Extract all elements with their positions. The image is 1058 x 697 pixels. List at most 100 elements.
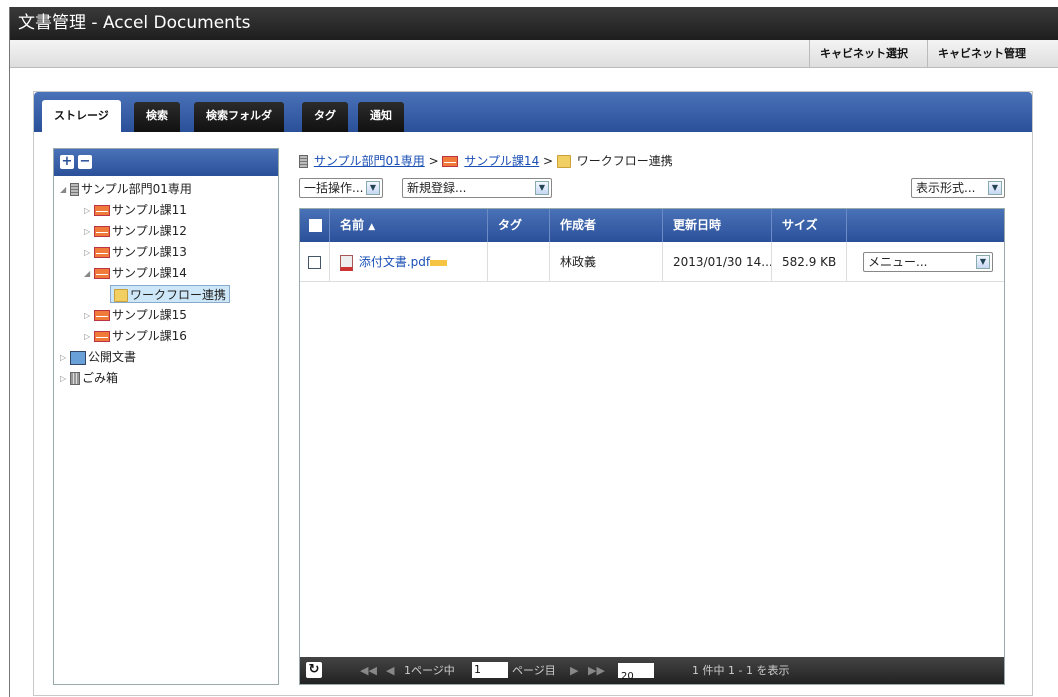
tree-node-section14[interactable]: ◢ サンプル課14 (84, 264, 187, 282)
tab-tag[interactable]: タグ (302, 102, 348, 132)
expand-arrow-icon[interactable]: ▷ (84, 223, 94, 241)
documents-icon (70, 350, 86, 365)
select-all-column (300, 209, 330, 242)
expand-arrow-icon[interactable]: ▷ (60, 349, 70, 367)
column-menu (847, 209, 1004, 242)
column-name[interactable]: 名前 ▲ (330, 209, 488, 242)
folder-icon (114, 289, 128, 302)
last-page-icon[interactable]: ▶▶ (588, 657, 605, 684)
envelope-icon (94, 331, 110, 342)
chevron-down-icon: ▼ (535, 181, 549, 195)
size-cell: 582.9 KB (772, 242, 847, 282)
menu-cell: メニュー... ▼ (847, 242, 1004, 282)
author-cell: 林政義 (550, 242, 663, 282)
tree-node-label: 公開文書 (88, 350, 137, 364)
cabinet-manage-button[interactable]: キャビネット管理 (927, 40, 1036, 68)
tree-node-label: ごみ箱 (82, 371, 119, 385)
window-title: 文書管理 - Accel Documents (10, 7, 1058, 40)
tree-node-trash[interactable]: ▷ ごみ箱 (60, 369, 118, 387)
cabinet-select-button[interactable]: キャビネット選択 (809, 40, 918, 68)
tree-node-label: ワークフロー連携 (130, 288, 227, 302)
table-row[interactable]: 添付文書.pdf 林政義 2013/01/30 14... 582.9 KB メ… (300, 242, 1004, 282)
tab-search[interactable]: 検索 (134, 102, 180, 132)
expand-arrow-icon[interactable]: ▷ (84, 202, 94, 220)
document-grid: 名前 ▲ タグ 作成者 更新日時 サイズ 添付文書.pdf 林政義 2013/0… (299, 208, 1005, 685)
prev-page-icon[interactable]: ◀ (386, 657, 394, 684)
collapse-arrow-icon[interactable]: ◢ (84, 265, 94, 283)
row-checkbox[interactable] (308, 256, 321, 269)
envelope-icon (94, 310, 110, 321)
sort-icon: ▲ (368, 222, 376, 232)
tree-node-section15[interactable]: ▷ サンプル課15 (84, 306, 187, 324)
chevron-down-icon: ▼ (366, 181, 380, 195)
tree-node-workflow[interactable]: ワークフロー連携 (110, 285, 231, 303)
column-size[interactable]: サイズ (772, 209, 847, 242)
row-checkbox-cell (300, 242, 330, 282)
envelope-icon (94, 268, 110, 279)
tree-node-section16[interactable]: ▷ サンプル課16 (84, 327, 187, 345)
tree-node-label: サンプル課11 (112, 203, 187, 217)
select-all-checkbox[interactable] (309, 219, 322, 232)
page-size-value: 20 (621, 671, 634, 682)
column-name-label: 名前 (340, 218, 365, 232)
page-suffix: ページ目 (512, 664, 556, 677)
expand-arrow-icon[interactable]: ▷ (84, 307, 94, 325)
collapse-arrow-icon[interactable]: ◢ (60, 181, 70, 199)
view-format-value: 表示形式... (916, 181, 976, 195)
trash-icon (70, 372, 80, 385)
main-content: ストレージ 検索 検索フォルダ タグ 通知 + − ◢ サンプル部門01専用 ▷ サ… (33, 91, 1033, 696)
tree-node-section12[interactable]: ▷ サンプル課12 (84, 222, 187, 240)
server-icon (299, 155, 308, 168)
tag-cell (488, 242, 550, 282)
breadcrumb: サンプル部門01専用 > サンプル課14 > ワークフロー連携 (299, 152, 673, 169)
next-page-icon[interactable]: ▶ (570, 657, 578, 684)
tree-node-label: サンプル課15 (112, 308, 187, 322)
tree-node-section13[interactable]: ▷ サンプル課13 (84, 243, 187, 261)
tree-node-dept01[interactable]: ◢ サンプル部門01専用 (60, 180, 192, 198)
breadcrumb-link-section14[interactable]: サンプル課14 (464, 154, 539, 168)
column-author[interactable]: 作成者 (550, 209, 663, 242)
bulk-action-value: 一括操作... (304, 181, 364, 195)
updated-cell: 2013/01/30 14... (663, 242, 772, 282)
chevron-down-icon: ▼ (988, 181, 1002, 195)
column-updated[interactable]: 更新日時 (663, 209, 772, 242)
refresh-icon[interactable]: ↻ (306, 662, 322, 678)
document-link[interactable]: 添付文書.pdf (359, 255, 430, 269)
tree-node-label: サンプル部門01専用 (81, 182, 192, 196)
tree-header: + − (54, 149, 278, 176)
envelope-icon (94, 226, 110, 237)
page-input[interactable]: 1 (472, 662, 508, 678)
app-window: 文書管理 - Accel Documents キャビネット選択 キャビネット管理… (9, 7, 1058, 697)
pager-status: 1 件中 1 - 1 を表示 (692, 664, 790, 677)
tab-search-folder[interactable]: 検索フォルダ (194, 102, 284, 132)
breadcrumb-separator: > (428, 154, 439, 168)
name-cell: 添付文書.pdf (330, 242, 488, 282)
cabinet-bar: キャビネット選択 キャビネット管理 (10, 40, 1058, 68)
breadcrumb-link-dept01[interactable]: サンプル部門01専用 (314, 154, 425, 168)
expand-arrow-icon[interactable]: ▷ (84, 244, 94, 262)
tree-node-section11[interactable]: ▷ サンプル課11 (84, 201, 187, 219)
tree-node-public[interactable]: ▷ 公開文書 (60, 348, 136, 366)
breadcrumb-separator: > (543, 154, 554, 168)
pager-bar: ↻ ◀◀ ◀ 1ページ中 1 ページ目 ▶ ▶▶ 20 1 件中 1 - 1 を… (300, 657, 1004, 684)
tree-node-label: サンプル課14 (112, 266, 187, 280)
first-page-icon[interactable]: ◀◀ (360, 657, 377, 684)
tab-storage[interactable]: ストレージ (42, 100, 121, 132)
collapse-all-button[interactable]: − (78, 155, 92, 169)
folder-icon (556, 155, 571, 168)
server-icon (70, 183, 79, 196)
new-badge-icon (430, 259, 448, 266)
tree-node-label: サンプル課13 (112, 245, 187, 259)
new-register-value: 新規登録... (407, 181, 467, 195)
view-format-select[interactable]: 表示形式... ▼ (911, 178, 1005, 198)
tab-notification[interactable]: 通知 (358, 102, 404, 132)
row-menu-select[interactable]: メニュー... ▼ (863, 252, 993, 272)
page-size-select[interactable]: 20 (618, 663, 654, 682)
expand-all-button[interactable]: + (60, 155, 74, 169)
column-tag[interactable]: タグ (488, 209, 550, 242)
expand-arrow-icon[interactable]: ▷ (60, 370, 70, 388)
bulk-action-select[interactable]: 一括操作... ▼ (299, 178, 383, 198)
new-register-select[interactable]: 新規登録... ▼ (402, 178, 552, 198)
expand-arrow-icon[interactable]: ▷ (84, 328, 94, 346)
grid-header: 名前 ▲ タグ 作成者 更新日時 サイズ (300, 209, 1004, 242)
